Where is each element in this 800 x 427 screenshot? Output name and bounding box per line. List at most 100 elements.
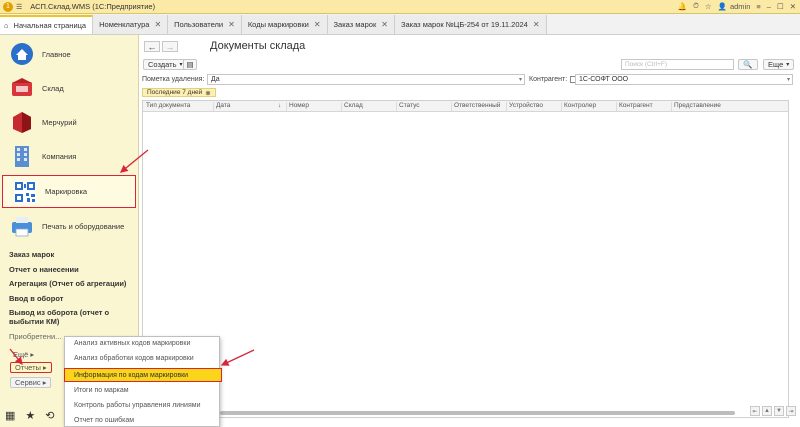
forward-button[interactable]: → xyxy=(162,41,178,52)
service-button[interactable]: Сервис ▸ xyxy=(10,377,52,388)
table-navigation: ⇤ ▲ ▼ ⇥ xyxy=(750,406,796,416)
sidebar-item-application-report[interactable]: Отчет о нанесении xyxy=(9,265,137,274)
column-header[interactable]: Дата xyxy=(216,102,230,109)
user-menu[interactable]: 👤 admin xyxy=(718,2,751,11)
column-header[interactable]: Тип документа xyxy=(146,102,190,109)
sidebar-bottom-bar: ▦ ★ ⟲ xyxy=(5,409,55,422)
main-menu-icon[interactable]: ☰ xyxy=(16,3,22,11)
column-header[interactable]: Ответственный xyxy=(454,102,500,109)
deletion-filter-field[interactable]: Да ▾ xyxy=(207,74,525,85)
mercury-icon xyxy=(13,112,31,133)
scroll-first-icon[interactable]: ⇤ xyxy=(750,406,760,416)
service-label: Сервис xyxy=(15,378,41,387)
back-button[interactable]: ← xyxy=(144,41,160,52)
menu-item-line-control[interactable]: Контроль работы управления линиями xyxy=(74,402,200,409)
tab-close-icon[interactable]: ✕ xyxy=(228,20,235,29)
bell-icon[interactable]: 🔔 xyxy=(678,2,687,11)
column-header[interactable]: Склад xyxy=(344,102,363,109)
scroll-last-icon[interactable]: ⇥ xyxy=(786,406,796,416)
sidebar-item-circulation-entry[interactable]: Ввод в оборот xyxy=(9,294,137,303)
more-actions-label: Еще xyxy=(768,60,784,69)
section-label: Главное xyxy=(42,49,71,59)
tab-nomenclature[interactable]: Номенклатура ✕ xyxy=(93,15,169,34)
tab-mark-order-doc[interactable]: Заказ марок №ЦБ-254 от 19.11.2024 ✕ xyxy=(394,15,547,34)
chevron-down-icon: ▾ xyxy=(786,77,790,83)
maximize-icon[interactable]: ☐ xyxy=(777,2,784,11)
window-controls: 🔔 ⏱ ☆ 👤 admin ≡ – ☐ ✕ xyxy=(678,1,796,11)
clear-filter-icon[interactable]: ⊗ xyxy=(205,89,210,97)
app-logo-icon[interactable]: 1 xyxy=(3,1,13,12)
sidebar-item-mark-order[interactable]: Заказ марок xyxy=(9,250,137,259)
tab-label: Номенклатура xyxy=(99,20,150,29)
tab-mark-order[interactable]: Заказ марок ✕ xyxy=(327,15,395,34)
tab-home[interactable]: ⌂ Начальная страница xyxy=(0,15,94,34)
minimize-icon[interactable]: – xyxy=(767,2,771,11)
home-icon xyxy=(11,43,33,65)
menu-item-errors-report[interactable]: Отчет по ошибкам xyxy=(74,417,134,424)
home-icon: ⌂ xyxy=(4,21,9,30)
settings-icon[interactable]: ≡ xyxy=(756,2,760,11)
sidebar-section-company[interactable]: Компания xyxy=(0,139,139,173)
section-label: Мерчурий xyxy=(42,117,77,127)
history-icon[interactable]: ⟲ xyxy=(45,409,54,422)
horizontal-scrollbar[interactable] xyxy=(220,411,735,415)
menu-item-codes-information[interactable]: Информация по кодам маркировки xyxy=(64,368,222,382)
star-icon[interactable]: ☆ xyxy=(705,2,712,11)
warehouse-icon xyxy=(12,78,32,96)
tab-bar: ⌂ Начальная страница Номенклатура ✕ Поль… xyxy=(0,14,800,35)
menu-item-codes-processing-analysis[interactable]: Анализ обработки кодов маркировки xyxy=(74,355,194,362)
sidebar-section-warehouse[interactable]: Склад xyxy=(0,71,139,105)
history-icon[interactable]: ⏱ xyxy=(693,1,699,11)
scroll-up-icon[interactable]: ▲ xyxy=(762,406,772,416)
more-actions-button[interactable]: Еще ▾ xyxy=(763,59,795,70)
company-building-icon xyxy=(15,146,29,167)
tab-marking-codes[interactable]: Коды маркировки ✕ xyxy=(241,15,328,34)
sidebar-item-aggregation[interactable]: Агрегация (Отчет об агрегации) xyxy=(9,279,137,288)
user-icon: 👤 xyxy=(717,1,727,11)
arrow-right-icon: → xyxy=(165,41,175,52)
deletion-filter-value: Да xyxy=(211,76,220,83)
title-bar: 1 ☰ АСП.Склад.WMS (1С:Предприятие) 🔔 ⏱ ☆… xyxy=(0,0,800,14)
tab-close-icon[interactable]: ✕ xyxy=(314,20,321,29)
tab-close-icon[interactable]: ✕ xyxy=(381,20,388,29)
menu-item-marks-totals[interactable]: Итоги по маркам xyxy=(74,387,129,394)
qr-code-icon xyxy=(14,180,36,203)
column-header[interactable]: Устройство xyxy=(509,102,543,109)
search-input[interactable]: Поиск (Ctrl+F) xyxy=(621,59,734,70)
sidebar-section-main[interactable]: Главное xyxy=(0,37,139,71)
page-title: Документы склада xyxy=(210,40,306,52)
sidebar-section-printing[interactable]: Печать и оборудование xyxy=(0,209,139,243)
tab-label: Пользователи xyxy=(174,20,224,29)
menu-item-active-codes-analysis[interactable]: Анализ активных кодов маркировки xyxy=(74,340,190,347)
period-filter-tag[interactable]: Последние 7 дней ⊗ xyxy=(142,88,216,97)
main-content: ← → Документы склада Создать ▾ ▤ Поиск (… xyxy=(140,35,800,427)
section-label: Печать и оборудование xyxy=(42,221,125,231)
column-header[interactable]: Контролер xyxy=(564,102,596,109)
column-header[interactable]: Статус xyxy=(399,102,420,109)
sidebar-section-mercury[interactable]: Мерчурий xyxy=(0,105,139,139)
sort-arrow-icon: ↓ xyxy=(278,102,282,109)
column-header[interactable]: Представление xyxy=(674,102,721,109)
create-button[interactable]: Создать ▾ xyxy=(143,59,188,70)
contractor-filter-field[interactable]: 1С-СОФТ ООО ▾ xyxy=(575,74,793,85)
grid-menu-icon[interactable]: ▦ xyxy=(5,409,15,422)
favorites-star-icon[interactable]: ★ xyxy=(25,409,35,422)
search-button[interactable]: 🔍 xyxy=(738,59,758,70)
marking-submenu: Заказ марок Отчет о нанесении Агрегация … xyxy=(9,250,137,346)
sidebar-section-marking[interactable]: Маркировка xyxy=(2,175,136,208)
tab-users[interactable]: Пользователи ✕ xyxy=(168,15,242,34)
column-header[interactable]: Номер xyxy=(289,102,309,109)
more-button[interactable]: Ещё ▸ xyxy=(9,349,38,360)
column-header[interactable]: Контрагент xyxy=(619,102,653,109)
reports-button[interactable]: Отчеты ▸ xyxy=(10,362,52,373)
sidebar-item-withdrawal[interactable]: Вывод из оборота (отчет о выбытии КМ) xyxy=(9,308,137,326)
document-list-button[interactable]: ▤ xyxy=(183,59,197,70)
documents-table[interactable]: Тип документа Дата ↓ Номер Склад Статус … xyxy=(142,100,789,418)
create-label: Создать xyxy=(148,60,177,69)
scroll-down-icon[interactable]: ▼ xyxy=(774,406,784,416)
close-icon[interactable]: ✕ xyxy=(790,2,796,11)
tab-close-icon[interactable]: ✕ xyxy=(154,20,161,29)
arrow-left-icon: ← xyxy=(147,41,157,52)
chevron-right-icon: ▸ xyxy=(30,350,35,359)
tab-close-icon[interactable]: ✕ xyxy=(533,20,540,29)
